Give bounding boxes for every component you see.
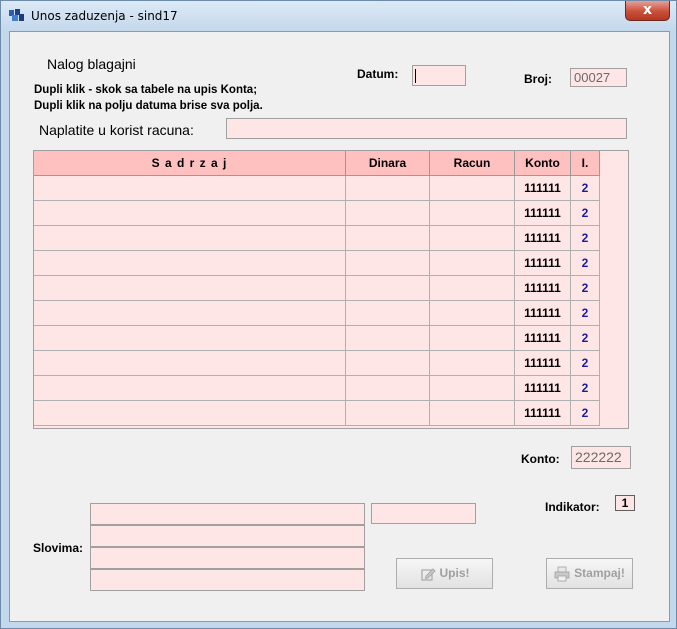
cell-konto[interactable]: 111111 (515, 351, 571, 376)
slovima-label: Slovima: (33, 541, 84, 555)
cell-dinara[interactable] (346, 226, 430, 251)
form-heading: Nalog blagajni (47, 56, 136, 72)
cell-dinara[interactable] (346, 301, 430, 326)
cell-sadrzaj[interactable] (34, 301, 346, 326)
broj-label: Broj: (524, 72, 552, 86)
cell-racun[interactable] (430, 401, 515, 426)
table-row[interactable]: 111111 2 (34, 201, 600, 226)
table-row[interactable]: 111111 2 (34, 326, 600, 351)
table-row[interactable]: 111111 2 (34, 176, 600, 201)
table-row[interactable]: 111111 2 (34, 351, 600, 376)
cell-sadrzaj[interactable] (34, 376, 346, 401)
cell-indicator[interactable]: 2 (571, 401, 600, 426)
title-bar: Unos zaduzenja - sind17 x (1, 1, 676, 31)
close-icon: x (642, 2, 653, 18)
cell-indicator[interactable]: 2 (571, 176, 600, 201)
naplatite-field[interactable] (226, 118, 627, 139)
cell-sadrzaj[interactable] (34, 251, 346, 276)
cell-konto[interactable]: 111111 (515, 251, 571, 276)
column-header-sadrzaj[interactable]: S a d r z a j (34, 151, 346, 176)
cell-konto[interactable]: 111111 (515, 276, 571, 301)
cell-dinara[interactable] (346, 326, 430, 351)
cell-sadrzaj[interactable] (34, 351, 346, 376)
cell-racun[interactable] (430, 326, 515, 351)
table-row[interactable]: 111111 2 (34, 276, 600, 301)
cell-konto[interactable]: 111111 (515, 326, 571, 351)
table-row[interactable]: 111111 2 (34, 301, 600, 326)
cell-indicator[interactable]: 2 (571, 276, 600, 301)
entries-table[interactable]: S a d r z a j Dinara Racun Konto I. 1111… (33, 150, 629, 429)
cell-sadrzaj[interactable] (34, 401, 346, 426)
upis-button[interactable]: Upis! (396, 558, 493, 589)
cell-sadrzaj[interactable] (34, 201, 346, 226)
konto-field[interactable]: 222222 (571, 446, 631, 469)
table-row[interactable]: 111111 2 (34, 251, 600, 276)
slovima-line-4[interactable] (90, 569, 365, 591)
app-icon (9, 9, 24, 21)
cell-racun[interactable] (430, 276, 515, 301)
cell-konto[interactable]: 111111 (515, 176, 571, 201)
printer-icon (554, 566, 570, 582)
column-header-racun[interactable]: Racun (430, 151, 515, 176)
column-header-konto[interactable]: Konto (515, 151, 571, 176)
column-header-indicator[interactable]: I. (571, 151, 600, 176)
cell-konto[interactable]: 111111 (515, 201, 571, 226)
hint-line-2: Dupli klik na polju datuma brise sva pol… (34, 100, 263, 112)
cell-dinara[interactable] (346, 401, 430, 426)
cell-indicator[interactable]: 2 (571, 226, 600, 251)
cell-konto[interactable]: 111111 (515, 226, 571, 251)
app-window: Unos zaduzenja - sind17 x Nalog blagajni… (0, 0, 677, 629)
table-row[interactable]: 111111 2 (34, 376, 600, 401)
cell-racun[interactable] (430, 251, 515, 276)
cell-racun[interactable] (430, 176, 515, 201)
cell-racun[interactable] (430, 376, 515, 401)
naplatite-label: Naplatite u korist racuna: (39, 122, 194, 138)
cell-indicator[interactable]: 2 (571, 326, 600, 351)
amount-field[interactable] (371, 503, 476, 524)
cell-sadrzaj[interactable] (34, 276, 346, 301)
edit-icon (420, 568, 436, 581)
indikator-label: Indikator: (545, 500, 600, 514)
datum-field[interactable] (412, 65, 466, 86)
stampaj-button[interactable]: Stampaj! (546, 558, 633, 589)
cell-sadrzaj[interactable] (34, 176, 346, 201)
cell-indicator[interactable]: 2 (571, 251, 600, 276)
konto-label: Konto: (521, 452, 560, 466)
cell-dinara[interactable] (346, 351, 430, 376)
cell-dinara[interactable] (346, 276, 430, 301)
cell-dinara[interactable] (346, 251, 430, 276)
cell-dinara[interactable] (346, 201, 430, 226)
table-row[interactable]: 111111 2 (34, 226, 600, 251)
slovima-line-1[interactable] (90, 503, 365, 525)
cell-konto[interactable]: 111111 (515, 376, 571, 401)
slovima-line-3[interactable] (90, 547, 365, 569)
cell-konto[interactable]: 111111 (515, 301, 571, 326)
cell-racun[interactable] (430, 351, 515, 376)
cell-indicator[interactable]: 2 (571, 201, 600, 226)
cell-racun[interactable] (430, 201, 515, 226)
cell-konto[interactable]: 111111 (515, 401, 571, 426)
text-cursor (415, 69, 416, 83)
cell-indicator[interactable]: 2 (571, 376, 600, 401)
cell-dinara[interactable] (346, 376, 430, 401)
datum-label: Datum: (357, 67, 399, 81)
column-header-dinara[interactable]: Dinara (346, 151, 430, 176)
cell-dinara[interactable] (346, 176, 430, 201)
table-row[interactable]: 111111 2 (34, 401, 600, 426)
window-title: Unos zaduzenja - sind17 (31, 9, 178, 23)
upis-button-label: Upis! (439, 566, 470, 580)
broj-field[interactable]: 00027 (570, 68, 627, 87)
indikator-field[interactable]: 1 (615, 495, 635, 511)
slovima-line-2[interactable] (90, 525, 365, 547)
cell-sadrzaj[interactable] (34, 326, 346, 351)
stampaj-button-label: Stampaj! (574, 566, 625, 580)
cell-indicator[interactable]: 2 (571, 301, 600, 326)
hint-line-1: Dupli klik - skok sa tabele na upis Kont… (34, 84, 258, 96)
cell-racun[interactable] (430, 301, 515, 326)
cell-sadrzaj[interactable] (34, 226, 346, 251)
cell-indicator[interactable]: 2 (571, 351, 600, 376)
cell-racun[interactable] (430, 226, 515, 251)
close-button[interactable]: x (625, 1, 670, 21)
